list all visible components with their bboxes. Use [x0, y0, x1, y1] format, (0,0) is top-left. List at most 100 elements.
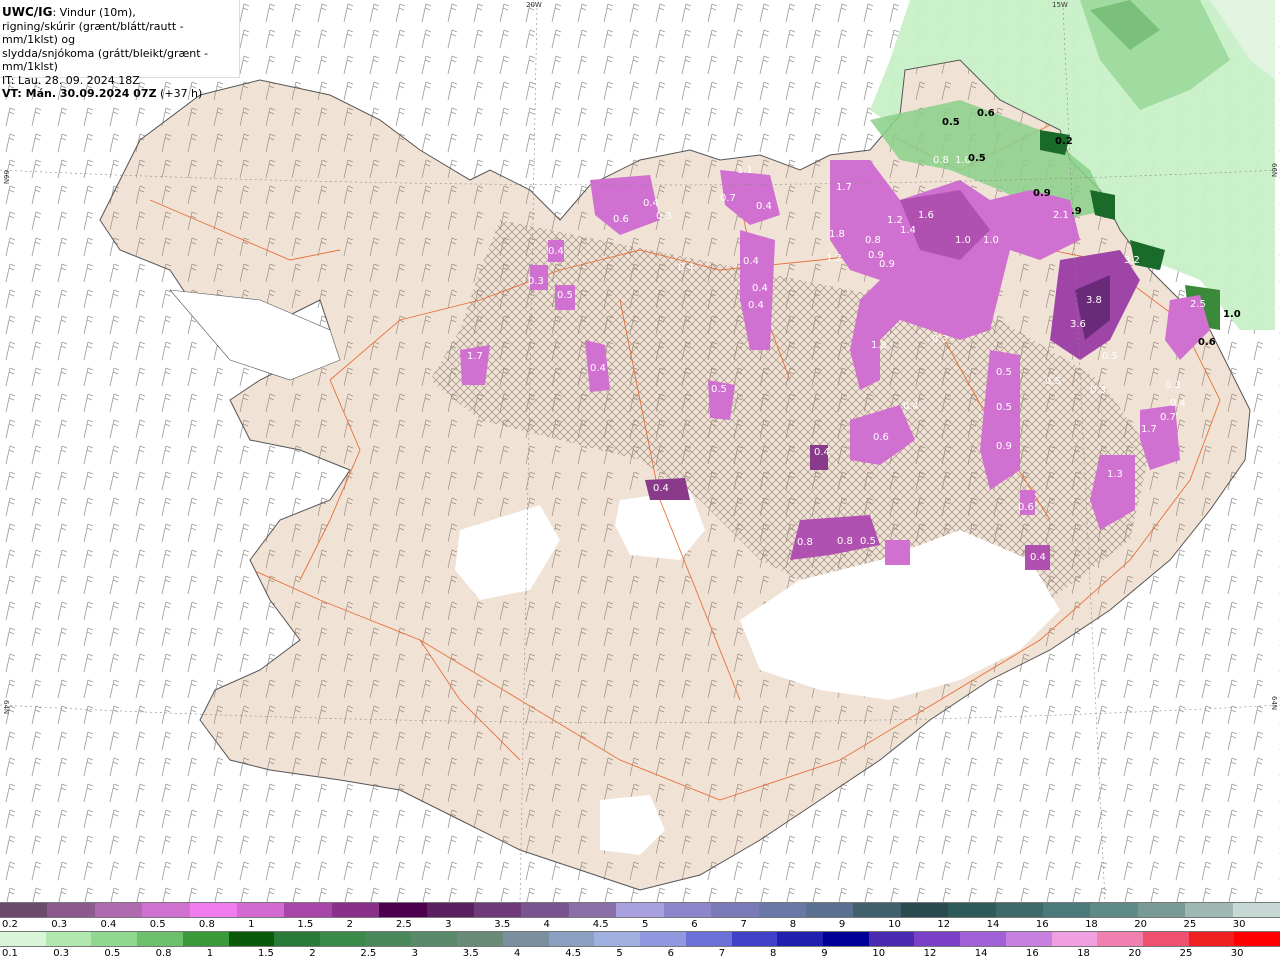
legend_rain-swatch	[548, 932, 595, 946]
precip-value-label: 0.5	[557, 290, 573, 301]
legend_rain-label: 16	[1026, 948, 1039, 959]
legend_snow-swatch	[1090, 903, 1138, 917]
legend_rain-label: 6	[667, 948, 674, 959]
precip-value-label: 2.1	[1053, 210, 1069, 221]
legend_snow-label: 25	[1183, 919, 1197, 930]
legend_snow-swatch	[1137, 903, 1186, 917]
precip-value-label: 0.7	[1160, 412, 1176, 423]
legend_snow-label: 10	[888, 919, 901, 930]
precip-value-label: 0.9	[1033, 188, 1051, 199]
legend_snow-label: 0.2	[2, 919, 18, 930]
legend_rain-label: 0.5	[104, 948, 121, 959]
legend_rain-label: 9	[821, 948, 828, 959]
precip-value-label: 0.3	[528, 276, 544, 287]
precip-value-label: 0.3	[1165, 380, 1181, 391]
legend_rain-swatch	[640, 932, 686, 946]
legend_rain-swatch	[960, 932, 1006, 946]
product-name: UWC/IG	[2, 5, 53, 19]
legend_rain-label: 0.3	[53, 948, 70, 959]
precip-value-label: 0.9	[996, 441, 1012, 452]
lat-label-66n-left: 66N	[2, 170, 10, 184]
legend_snow-swatch	[805, 903, 854, 917]
legend_snow-label: 7	[740, 919, 747, 930]
precip-value-label: 0.5	[996, 367, 1012, 378]
precip-value-label: 1.0	[1223, 309, 1241, 320]
precip-value-label: 1.2	[826, 253, 842, 264]
precip-value-label: 1.7	[467, 351, 483, 362]
legend_snow-label: 16	[1035, 919, 1049, 930]
legend_rain-label: 4	[514, 948, 521, 959]
precip-value-label: 0.4	[752, 283, 768, 294]
legend_rain-label: 3	[411, 948, 418, 959]
precip-value-label: 0.5	[711, 384, 727, 395]
precip-value-label: 0.5	[942, 117, 960, 128]
precip-value-label: 0.6	[873, 432, 889, 443]
precip-value-label: 0.4	[748, 300, 764, 311]
legend_snow-swatch	[1042, 903, 1091, 917]
legend_snow-swatch	[94, 903, 143, 917]
legend_rain-swatch	[594, 932, 641, 946]
legend_rain-swatch	[274, 932, 321, 946]
legend_snow-label: 4	[543, 919, 550, 930]
legend_rain-swatch	[45, 932, 92, 946]
precip-value-label: 0.4	[548, 246, 564, 257]
legend_snow-swatch	[521, 903, 569, 917]
lon-label-15w: 15W	[1052, 1, 1068, 9]
legend_rain-swatch	[914, 932, 961, 946]
rain-legend-labels: 0.1 0.3 0.5 0.8 1 1.5 2 2.5 3 3.5 4 4.5 5 6 7 8 9 10 12 14 1…	[0, 947, 1280, 961]
legend_rain-swatch	[868, 932, 915, 946]
precip-value-label: 0.5	[860, 536, 876, 547]
precip-value-label: 3.6	[1070, 319, 1086, 330]
precip-value-label: 0.2	[1055, 136, 1073, 147]
legend_rain-label: 12	[923, 948, 937, 959]
header-line1: : Vindur (10m),	[52, 6, 136, 19]
precip-value-label: 1.3	[1107, 469, 1123, 480]
legend_snow-swatch	[0, 903, 48, 917]
precip-value-label: 0.4	[678, 262, 694, 273]
precip-value-label: 1.8	[871, 340, 887, 351]
legend_rain-swatch	[137, 932, 183, 946]
precip-value-label: 0.4	[1030, 552, 1046, 563]
lat-label-64n-right: 64N	[1270, 696, 1278, 710]
weather-map: 20W 15W 66N 66N 64N 64N 0.5 0.6 0.8 1.0 0.5 0…	[0, 0, 1280, 902]
legend_snow-label: 1.5	[297, 919, 314, 930]
precip-value-label: 1.0	[983, 235, 999, 246]
legend_snow-label: 5	[642, 919, 649, 930]
precip-value-label: 0.8	[933, 155, 949, 166]
precip-value-label: 0.6	[613, 214, 629, 225]
snow-legend-bar	[0, 902, 1280, 918]
legend_snow-label: 1	[248, 919, 255, 930]
legend_rain-label: 0.8	[155, 948, 172, 959]
legend_snow-label: 6	[691, 919, 698, 930]
legend_rain-swatch	[1005, 932, 1052, 946]
precip-value-label: 0.5	[1102, 351, 1118, 362]
legend_rain-label: 7	[718, 948, 726, 959]
legend_snow-swatch	[331, 903, 380, 917]
precip-value-label: .9	[1071, 206, 1082, 217]
precip-value-label: 1.6	[918, 210, 934, 221]
snow-legend: 0.2 0.3 0.4 0.5 0.8 1 1.5 2 2.5 3 3.5 4 4.5 5 6 7 8 9 10 12…	[0, 902, 1280, 932]
precip-value-label: 3.8	[1086, 295, 1102, 306]
legend_rain-label: 3.5	[462, 948, 479, 959]
precip-value-label: 0.6	[1018, 502, 1034, 513]
legend_rain-label: 5	[616, 948, 623, 959]
precip-value-label: 0.5	[968, 153, 986, 164]
legend_snow-label: 4.5	[592, 919, 609, 930]
legend_rain-swatch	[182, 932, 229, 946]
legend_snow-swatch	[995, 903, 1043, 917]
precip-value-label: 0.5	[1045, 376, 1061, 387]
precip-value-label: 0.3	[1090, 385, 1106, 396]
legend_snow-label: 8	[789, 919, 797, 930]
legend_snow-swatch	[189, 903, 238, 917]
precip-value-label: 0.4	[643, 198, 659, 209]
precip-value-label: 0.8	[837, 536, 853, 547]
precip-value-label: 0.6	[1198, 337, 1216, 348]
legend_rain-swatch	[502, 932, 549, 946]
legend_rain-label: 10	[872, 948, 886, 959]
legend_snow-label: 0.8	[198, 919, 215, 930]
header-line2: rigning/skúrir (grænt/blátt/rautt - mm/1…	[2, 19, 184, 47]
precip-value-label: 1.0	[955, 235, 971, 246]
lon-label-20w: 20W	[526, 1, 542, 9]
precip-value-label: 3.2	[1124, 255, 1140, 266]
map-info-box: UWC/IG: Vindur (10m), rigning/skúrir (gr…	[0, 0, 240, 100]
